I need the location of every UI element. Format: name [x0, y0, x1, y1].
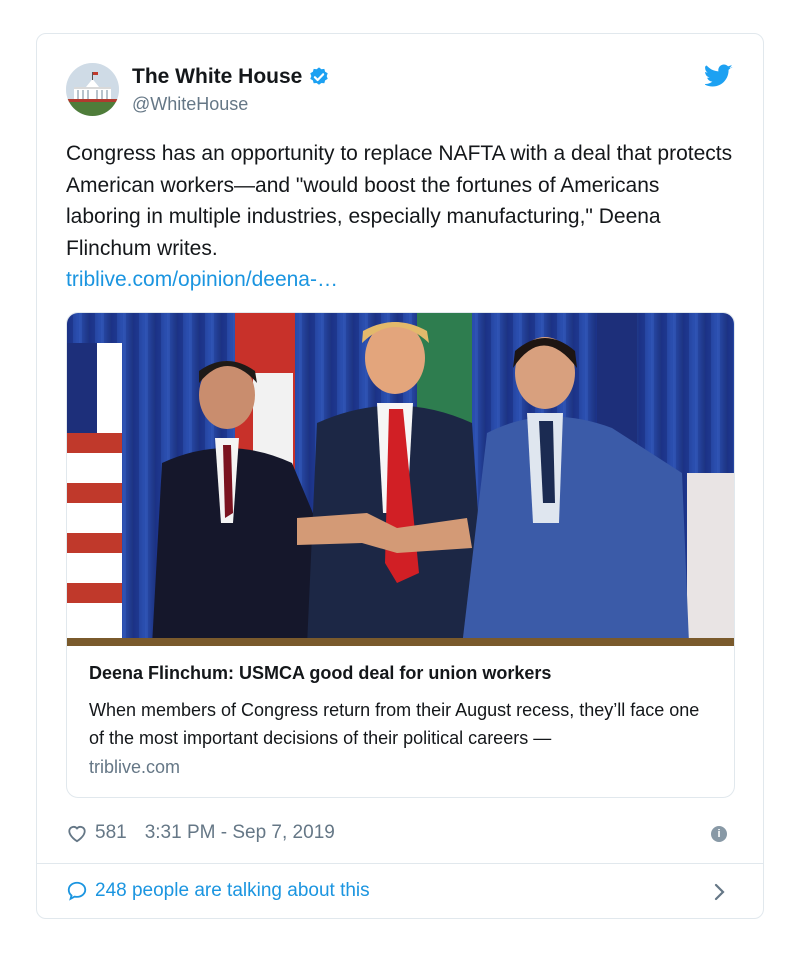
- tweet-body: Congress has an opportunity to replace N…: [66, 142, 733, 260]
- link-card-title[interactable]: Deena Flinchum: USMCA good deal for unio…: [89, 663, 551, 684]
- chevron-right-icon[interactable]: [713, 882, 727, 902]
- conversation-link[interactable]: 248 people are talking about this: [66, 880, 370, 902]
- timestamp[interactable]: 3:31 PM - Sep 7, 2019: [145, 822, 335, 844]
- author-name[interactable]: The White House: [132, 65, 330, 89]
- verified-badge-icon: [310, 67, 329, 85]
- divider: [37, 863, 763, 864]
- tweet-link[interactable]: triblive.com/opinion/deena-…: [66, 264, 736, 296]
- like-count[interactable]: 581: [95, 822, 127, 844]
- heart-icon[interactable]: [66, 823, 88, 843]
- avatar[interactable]: [66, 63, 119, 116]
- author-handle[interactable]: @WhiteHouse: [132, 94, 248, 115]
- link-preview-card[interactable]: Deena Flinchum: USMCA good deal for unio…: [66, 312, 735, 798]
- article-photo[interactable]: [67, 313, 735, 646]
- info-icon[interactable]: i: [711, 826, 727, 842]
- speech-bubble-icon: [67, 881, 87, 901]
- tweet-embed-card: The White House @WhiteHouse Congress has…: [36, 33, 764, 919]
- conversation-text[interactable]: 248 people are talking about this: [95, 880, 370, 902]
- author-name-text[interactable]: The White House: [132, 65, 302, 89]
- tweet-text: Congress has an opportunity to replace N…: [66, 138, 736, 296]
- link-card-description: When members of Congress return from the…: [89, 700, 700, 748]
- tweet-meta: 581 3:31 PM - Sep 7, 2019: [66, 822, 335, 844]
- white-house-logo-icon: [66, 63, 119, 116]
- twitter-bird-icon[interactable]: [705, 64, 733, 88]
- link-card-domain: triblive.com: [89, 757, 181, 777]
